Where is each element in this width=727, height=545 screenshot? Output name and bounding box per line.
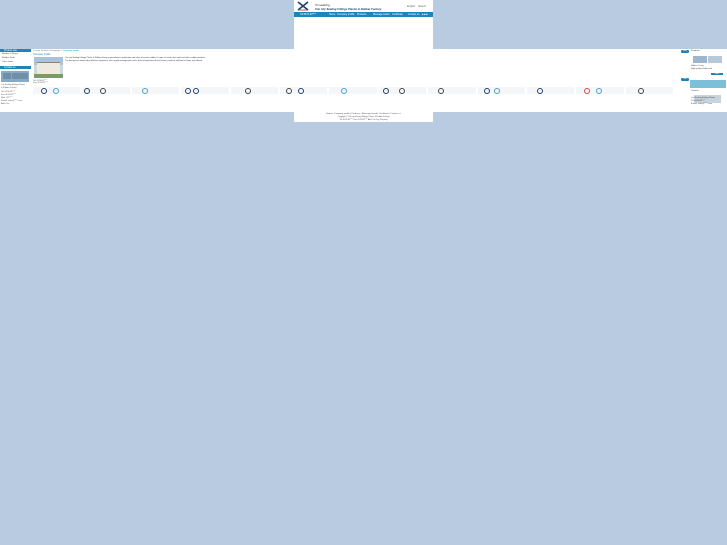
product-thumb[interactable] <box>477 87 525 94</box>
flag-icons[interactable]: ■ ■ ■ <box>422 13 428 16</box>
product-line[interactable]: Rubber O-ring <box>691 65 704 67</box>
factory-photo <box>34 57 63 78</box>
new-badge: New <box>681 50 689 53</box>
contact-header: Contact us <box>0 66 31 69</box>
hot-badge: Hot <box>681 78 689 81</box>
breadcrumb-current: > Company profile <box>60 50 79 52</box>
nav-phone: Tel:0574-63**** <box>300 13 317 16</box>
nav-item-home[interactable]: Home <box>329 13 335 16</box>
product-thumb[interactable] <box>181 87 229 94</box>
footer-contact: Tel: 0574-63**** Fax: 0574-63**** Add: C… <box>339 119 388 121</box>
search-link[interactable]: Search <box>418 5 426 8</box>
page-title: Company profile <box>33 53 51 56</box>
nav-item-products[interactable]: Products <box>357 13 366 16</box>
category-link[interactable]: Rubber Seals <box>2 57 15 59</box>
category-link[interactable]: Other items <box>2 61 13 63</box>
contact-line: Mob: 135**** <box>1 97 13 99</box>
nav-item-certificate[interactable]: Certificate <box>392 13 403 16</box>
product-thumb[interactable] <box>378 87 427 94</box>
contact-line: Add: Cixi <box>1 103 10 105</box>
contact-line: Tel: 0574-63**** <box>1 91 16 93</box>
contact-line: & Rubber Factory <box>1 87 17 89</box>
nav-item-message[interactable]: Message board <box>373 13 389 16</box>
product-image[interactable] <box>693 56 707 63</box>
footer-nav[interactable]: Home | Company profile | Products | Mess… <box>294 113 433 115</box>
hot-line: Tel: 0574-63**** <box>691 100 706 102</box>
product-thumb[interactable] <box>526 87 575 94</box>
category-link[interactable]: Rubber O-Rings <box>2 53 18 55</box>
product-thumb[interactable] <box>33 87 81 94</box>
breadcrumb: Current location: Homepage > Company pro… <box>33 50 79 52</box>
product-image[interactable] <box>708 56 722 63</box>
intro-text: Cixi city Sealing Fittings Plastic & Rub… <box>65 57 206 59</box>
contact-line: E-mail: sales@****.com <box>1 100 22 102</box>
product-thumb[interactable] <box>576 87 624 94</box>
product-list-header: Product List <box>0 49 31 52</box>
breadcrumb-home[interactable]: Current location: Homepage <box>33 50 60 52</box>
intro-text: The factory has advanced production equi… <box>65 60 203 62</box>
language-link[interactable]: English <box>407 5 415 8</box>
more-button[interactable]: More <box>711 73 723 75</box>
nav-item-company[interactable]: Company profile <box>337 13 354 16</box>
nav-item-contact[interactable]: Contact us <box>408 13 419 16</box>
product-thumb[interactable] <box>329 87 377 94</box>
product-thumb[interactable] <box>625 87 674 94</box>
site-footer: Home | Company profile | Products | Mess… <box>294 112 433 122</box>
hot-line: E-mail: sales@****.com <box>691 103 712 105</box>
product-thumb[interactable] <box>279 87 328 94</box>
contact-line: Cixi Sealing Fittings Plastic <box>1 84 26 86</box>
product-thumb[interactable] <box>131 87 180 94</box>
site-header: Tri-seaking Cixi city Sealing Fittings P… <box>294 0 433 12</box>
new-products-title: Products <box>691 50 700 52</box>
contact-photo <box>1 71 29 82</box>
banner-area <box>294 17 433 49</box>
contact-fax: Fax: 0574-63**** <box>33 82 48 84</box>
brand-name: Cixi city Sealing Fittings Plastic & Rub… <box>315 7 382 11</box>
hot-title: Contact <box>691 90 699 92</box>
product-strip <box>33 87 674 94</box>
hot-banner[interactable] <box>690 80 726 88</box>
product-thumb[interactable] <box>428 87 476 94</box>
content-contacts: Tel: 0574-63**** Fax: 0574-63**** <box>33 80 48 84</box>
footer-copyright: Copyright © Cixi city Sealing Fittings P… <box>337 116 390 118</box>
product-line[interactable]: High quality rubber seal <box>691 68 712 70</box>
company-logo[interactable] <box>297 1 309 11</box>
contact-line: Fax: 0574-63**** <box>1 94 16 96</box>
product-thumb[interactable] <box>82 87 130 94</box>
hot-line: Cixi Sealing Fittings Plastic <box>691 97 716 99</box>
product-thumb[interactable] <box>230 87 278 94</box>
